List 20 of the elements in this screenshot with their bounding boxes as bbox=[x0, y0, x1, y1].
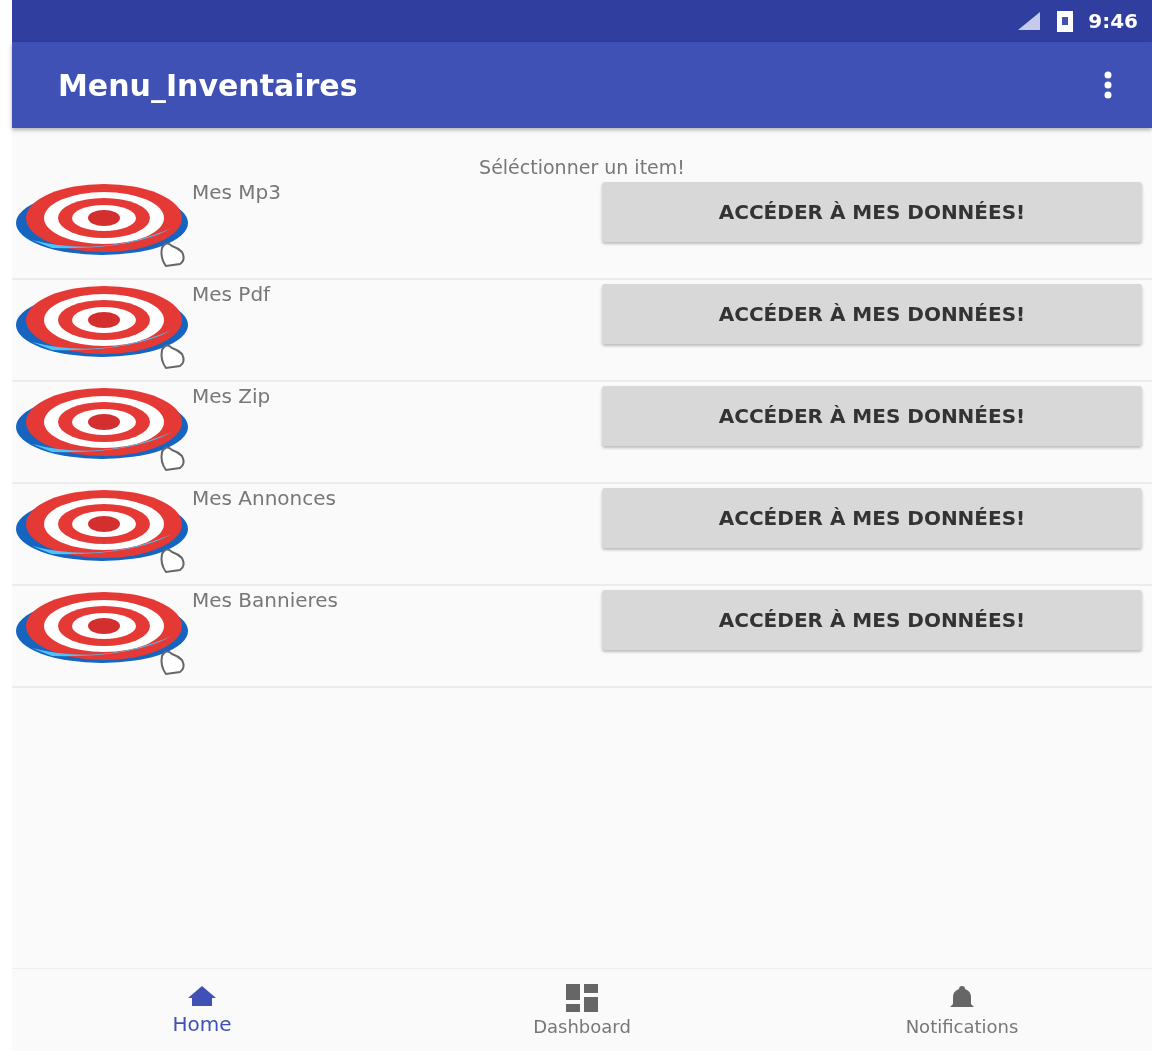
nav-tab[interactable]: Notifications bbox=[905, 1015, 1019, 1037]
item-title: Mes Pdf bbox=[192, 282, 272, 306]
item-title: Mes Annonces bbox=[192, 486, 337, 510]
access-data-button[interactable]: ACCÉDER À MES DONNÉES! bbox=[602, 386, 1142, 446]
prompt-text: Séléctionner un item! bbox=[478, 156, 686, 178]
access-data-button[interactable]: ACCÉDER À MES DONNÉES! bbox=[602, 590, 1142, 650]
item-title: Mes Zip bbox=[192, 384, 272, 408]
nav-tab[interactable]: Home bbox=[172, 1012, 232, 1036]
nav-tab[interactable]: Dashboard bbox=[533, 1015, 631, 1037]
access-data-button[interactable]: ACCÉDER À MES DONNÉES! bbox=[602, 488, 1142, 548]
item-title: Mes Mp3 bbox=[192, 180, 282, 204]
dashboard-icon bbox=[566, 983, 598, 1012]
battery-icon bbox=[1056, 9, 1075, 33]
access-data-button[interactable]: ACCÉDER À MES DONNÉES! bbox=[602, 284, 1142, 344]
app-title: Menu_Inventaires bbox=[58, 67, 358, 103]
access-data-button[interactable]: ACCÉDER À MES DONNÉES! bbox=[602, 182, 1142, 242]
home-icon bbox=[186, 984, 218, 1008]
overflow-menu-icon[interactable] bbox=[1104, 71, 1112, 99]
item-title: Mes Bannieres bbox=[192, 588, 340, 612]
status-time: 9:46 bbox=[1088, 9, 1138, 33]
